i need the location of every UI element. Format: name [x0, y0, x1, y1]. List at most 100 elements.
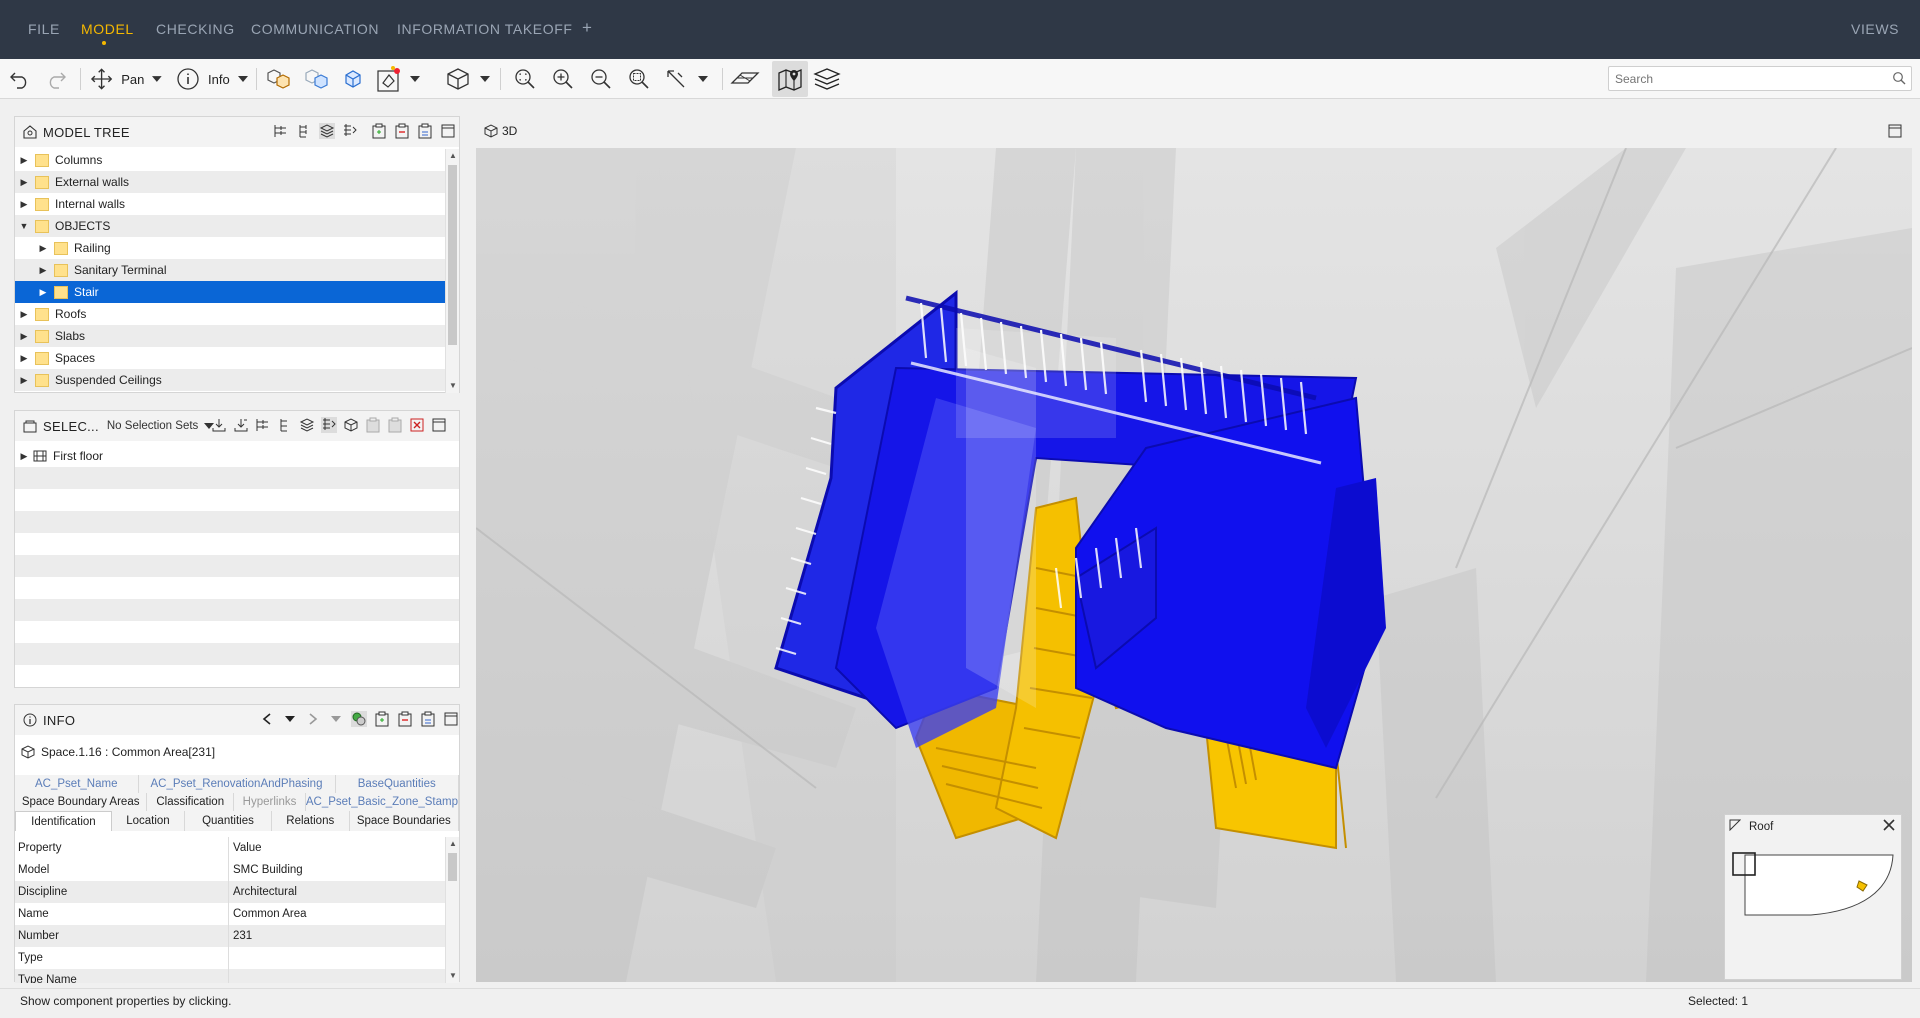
maximize-panel-icon[interactable] — [443, 711, 459, 727]
tree-structure-icon[interactable] — [296, 123, 312, 139]
maximize-panel-icon[interactable] — [431, 417, 447, 433]
layers-button[interactable] — [812, 67, 842, 91]
tree-layers-icon[interactable] — [299, 417, 315, 433]
zoom-selected-button[interactable] — [626, 67, 652, 91]
tree-hierarchy-icon[interactable] — [273, 123, 289, 139]
clipboard-add-icon[interactable] — [371, 123, 387, 139]
tab-hyperlinks[interactable]: Hyperlinks — [234, 793, 306, 811]
isolate-button[interactable] — [340, 67, 366, 91]
3d-scene[interactable] — [476, 148, 1912, 982]
cube-icon[interactable] — [343, 417, 359, 433]
menu-communication[interactable]: COMMUNICATION — [251, 21, 379, 37]
search-icon[interactable] — [1892, 71, 1906, 85]
model-tree-scrollbar[interactable]: ▲ ▼ — [445, 149, 459, 393]
section-plane-button[interactable] — [730, 67, 760, 91]
clipboard-disabled-icon[interactable] — [365, 417, 381, 433]
pan-tool-dropdown[interactable]: Pan — [90, 67, 162, 91]
color-tool-dropdown[interactable] — [376, 66, 424, 92]
tree-row-stair[interactable]: ▶ Stair — [15, 281, 445, 303]
undo-button[interactable] — [6, 67, 34, 91]
view-cube-dropdown[interactable] — [444, 67, 490, 91]
delete-icon[interactable] — [409, 417, 425, 433]
clipboard-add-icon[interactable] — [374, 711, 390, 727]
map-view-toggle[interactable] — [772, 61, 808, 97]
tab-space-boundaries[interactable]: Space Boundaries — [349, 811, 460, 831]
link-properties-icon[interactable] — [351, 711, 367, 727]
tree-row-sanitary-terminal[interactable]: ▶ Sanitary Terminal — [15, 259, 445, 281]
scrollbar-thumb[interactable] — [448, 853, 457, 881]
tree-row-objects[interactable]: ▼ OBJECTS — [15, 215, 445, 237]
clipboard-remove-icon[interactable] — [394, 123, 410, 139]
download-icon[interactable] — [211, 417, 227, 433]
minimap-plan[interactable] — [1731, 851, 1897, 921]
tree-row-spaces[interactable]: ▶ Spaces — [15, 347, 445, 369]
tree-filter-icon[interactable] — [321, 417, 337, 433]
empty-row — [15, 467, 459, 489]
tab-ac-pset-renovation[interactable]: AC_Pset_RenovationAndPhasing — [138, 775, 336, 793]
add-tab-button[interactable]: + — [582, 18, 593, 38]
selection-set-row-first-floor[interactable]: ▶ First floor — [15, 445, 459, 467]
tab-classification[interactable]: Classification — [147, 793, 235, 811]
menu-file[interactable]: FILE — [28, 21, 60, 37]
maximize-view-icon[interactable] — [1888, 124, 1902, 138]
tree-row-slabs[interactable]: ▶ Slabs — [15, 325, 445, 347]
column-header-value[interactable]: Value — [229, 842, 262, 854]
transparency-button[interactable] — [302, 67, 332, 91]
tab-base-quantities[interactable]: BaseQuantities — [335, 775, 459, 793]
tree-row-columns[interactable]: ▶ Columns — [15, 149, 445, 171]
menu-information-takeoff[interactable]: INFORMATION TAKEOFF — [397, 21, 573, 37]
show-all-button[interactable] — [264, 67, 294, 91]
column-header-property[interactable]: Property — [15, 837, 229, 859]
zoom-in-button[interactable] — [550, 67, 576, 91]
search-input[interactable] — [1615, 70, 1875, 88]
3d-viewport[interactable] — [476, 148, 1912, 982]
tree-structure-icon[interactable] — [277, 417, 293, 433]
history-dropdown-icon[interactable] — [282, 711, 298, 727]
tree-row-internal-walls[interactable]: ▶ Internal walls — [15, 193, 445, 215]
close-icon[interactable] — [1883, 819, 1895, 831]
property-row[interactable]: Type Name — [15, 969, 445, 983]
tree-row-external-walls[interactable]: ▶ External walls — [15, 171, 445, 193]
tree-hierarchy-icon[interactable] — [255, 417, 271, 433]
tab-identification[interactable]: Identification — [15, 811, 112, 831]
clipboard-disabled-icon[interactable] — [387, 417, 403, 433]
property-row[interactable]: Type — [15, 947, 445, 969]
tree-row-roofs[interactable]: ▶ Roofs — [15, 303, 445, 325]
info-tool-dropdown[interactable]: Info — [176, 67, 250, 91]
folder-icon — [35, 197, 49, 211]
plan-view-icon — [1729, 819, 1741, 831]
menu-model[interactable]: MODEL — [81, 21, 134, 37]
maximize-panel-icon[interactable] — [440, 123, 456, 139]
scrollbar-thumb[interactable] — [448, 165, 457, 345]
tree-layers-icon[interactable] — [319, 123, 335, 139]
history-dropdown-icon[interactable] — [328, 711, 344, 727]
tab-relations[interactable]: Relations — [271, 811, 350, 831]
selection-sets-dropdown[interactable]: No Selection Sets — [107, 420, 198, 432]
clipboard-remove-icon[interactable] — [397, 711, 413, 727]
roof-minimap[interactable]: Roof — [1724, 814, 1902, 980]
measure-tool-dropdown[interactable] — [664, 67, 714, 91]
previous-arrow-icon[interactable] — [259, 711, 275, 727]
redo-button[interactable] — [42, 67, 70, 91]
tab-location[interactable]: Location — [111, 811, 186, 831]
import-icon[interactable] — [233, 417, 249, 433]
property-grid-scrollbar[interactable]: ▲ ▼ — [445, 837, 459, 983]
property-row[interactable]: Name Common Area — [15, 903, 445, 925]
tree-filter-icon[interactable] — [342, 123, 358, 139]
property-row[interactable]: Model SMC Building — [15, 859, 445, 881]
zoom-extents-button[interactable] — [512, 67, 538, 91]
tab-quantities[interactable]: Quantities — [185, 811, 272, 831]
tab-ac-pset-basic-zone-stamp[interactable]: AC_Pset_Basic_Zone_Stamp — [305, 793, 459, 811]
menu-views[interactable]: VIEWS — [1851, 21, 1899, 37]
clipboard-icon[interactable] — [417, 123, 433, 139]
menu-checking[interactable]: CHECKING — [156, 21, 235, 37]
property-row[interactable]: Discipline Architectural — [15, 881, 445, 903]
tree-row-suspended-ceilings[interactable]: ▶ Suspended Ceilings — [15, 369, 445, 391]
clipboard-icon[interactable] — [420, 711, 436, 727]
property-row[interactable]: Number 231 — [15, 925, 445, 947]
tree-row-railing[interactable]: ▶ Railing — [15, 237, 445, 259]
zoom-out-button[interactable] — [588, 67, 614, 91]
next-arrow-icon[interactable] — [305, 711, 321, 727]
tab-space-boundary-areas[interactable]: Space Boundary Areas — [15, 793, 148, 811]
tab-ac-pset-name[interactable]: AC_Pset_Name — [15, 775, 139, 793]
